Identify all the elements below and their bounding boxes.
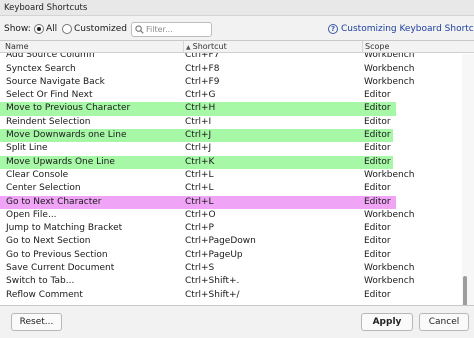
vertical-scrollbar[interactable] [462, 54, 474, 305]
show-label: Show: [4, 24, 31, 34]
table-row[interactable]: Move to Previous Character Ctrl+H Editor [0, 102, 462, 116]
shortcuts-table: Show Find in FilesCtrl+F6WorkbenchAdd So… [0, 40, 474, 306]
reset-button[interactable]: Reset... [11, 313, 62, 331]
shortcut-scope: Editor [364, 90, 391, 101]
shortcut-keys: Ctrl+I [185, 116, 212, 127]
shortcut-keys: Ctrl+J [185, 130, 212, 141]
shortcut-name: Center Selection [6, 183, 81, 194]
shortcut-keys: Ctrl+O [185, 209, 216, 220]
shortcut-scope: Editor [364, 196, 391, 207]
table-row[interactable]: Go to Next Section Ctrl+PageDown Editor [0, 235, 462, 248]
shortcut-keys: Ctrl+PageUp [185, 249, 243, 260]
shortcut-keys: Ctrl+S [185, 263, 215, 274]
shortcut-keys: Ctrl+G [185, 90, 216, 101]
table-row[interactable]: Go to Next Character Ctrl+L Editor [0, 195, 462, 209]
table-row[interactable]: Center Selection Ctrl+L Editor [0, 182, 462, 195]
shortcut-scope: Editor [364, 143, 391, 154]
table-row[interactable]: Move Downwards one Line Ctrl+J Editor [0, 129, 462, 143]
shortcut-keys: Ctrl+K [185, 156, 215, 167]
table-row[interactable]: Source Navigate Back Ctrl+F9 Workbench [0, 76, 462, 89]
shortcut-scope: Workbench [364, 169, 415, 180]
filter-field[interactable] [131, 22, 212, 37]
window-title: Keyboard Shortcuts [0, 0, 474, 16]
shortcut-scope: Workbench [364, 263, 415, 274]
shortcut-name: Reflow Comment [6, 289, 83, 300]
column-header-name[interactable]: Name [5, 42, 29, 51]
filter-input[interactable] [146, 24, 210, 35]
table-header: Name ▲ Shortcut Scope [0, 41, 474, 53]
shortcut-name: Save Current Document [6, 263, 115, 274]
table-row[interactable]: Reindent Selection Ctrl+I Editor [0, 116, 462, 129]
table-row[interactable]: Open File... Ctrl+O Workbench [0, 209, 462, 222]
cancel-button[interactable]: Cancel [419, 313, 469, 331]
shortcut-name: Reindent Selection [6, 116, 91, 127]
shortcut-keys: Ctrl+F9 [185, 76, 220, 87]
shortcut-keys: Ctrl+F8 [185, 63, 220, 74]
shortcut-keys: Ctrl+PageDown [185, 236, 256, 247]
column-header-shortcut[interactable]: ▲ Shortcut [183, 41, 362, 53]
shortcut-name: Source Navigate Back [6, 76, 105, 87]
table-row[interactable]: Split Line Ctrl+J Editor [0, 142, 462, 155]
radio-customized[interactable] [62, 24, 72, 34]
shortcut-scope: Editor [364, 116, 391, 127]
shortcut-name: Open File... [6, 209, 57, 220]
table-row[interactable]: Reflow Comment Ctrl+Shift+/ Editor [0, 289, 462, 302]
shortcut-scope: Editor [364, 236, 391, 247]
shortcut-name: Switch to Tab... [6, 276, 75, 287]
shortcut-scope: Workbench [364, 63, 415, 74]
table-row[interactable]: Select Or Find Next Ctrl+G Editor [0, 89, 462, 102]
sort-ascending-icon: ▲ [186, 44, 191, 51]
shortcut-name: Go to Next Section [6, 236, 91, 247]
shortcut-name: Jump to Matching Bracket [6, 223, 123, 234]
customizing-shortcuts-link[interactable]: Customizing Keyboard Shortcuts [341, 24, 474, 34]
shortcut-keys: Ctrl+L [185, 196, 214, 207]
shortcut-name: Synctex Search [6, 63, 76, 74]
shortcut-name: Select Or Find Next [6, 90, 93, 101]
shortcut-keys: Ctrl+Shift+. [185, 276, 240, 287]
shortcut-scope: Editor [364, 156, 391, 167]
shortcut-scope: Editor [364, 249, 391, 260]
table-row[interactable]: Switch to Tab... Ctrl+Shift+. Workbench [0, 275, 462, 288]
shortcut-name: Clear Console [6, 169, 69, 180]
shortcut-scope: Editor [364, 130, 391, 141]
shortcut-name: Move to Previous Character [6, 103, 131, 114]
shortcut-scope: Editor [364, 223, 391, 234]
shortcut-name: Go to Previous Section [6, 249, 108, 260]
table-row[interactable]: Clear Console Ctrl+L Workbench [0, 169, 462, 182]
shortcut-scope: Editor [364, 289, 391, 300]
radio-customized-label[interactable]: Customized [74, 24, 127, 34]
column-header-scope[interactable]: Scope [362, 41, 474, 53]
shortcut-name: Split Line [6, 143, 48, 154]
shortcut-keys: Ctrl+H [185, 103, 216, 114]
shortcut-keys: Ctrl+L [185, 183, 214, 194]
shortcut-scope: Workbench [364, 276, 415, 287]
shortcut-keys: Ctrl+Shift+/ [185, 289, 240, 300]
shortcut-name: Go to Next Character [6, 196, 102, 207]
shortcut-keys: Ctrl+P [185, 223, 214, 234]
scrollbar-thumb[interactable] [463, 276, 467, 305]
apply-button[interactable]: Apply [361, 313, 413, 331]
shortcut-scope: Editor [364, 103, 391, 114]
shortcut-scope: Editor [364, 183, 391, 194]
table-row[interactable]: Move Upwards One Line Ctrl+K Editor [0, 155, 462, 169]
radio-all[interactable] [34, 24, 44, 34]
filter-bar: Show: All Customized ? Customizing Keybo… [0, 18, 474, 42]
column-header-shortcut-label: Shortcut [192, 42, 227, 51]
radio-all-label[interactable]: All [46, 24, 57, 34]
table-row[interactable]: Synctex Search Ctrl+F8 Workbench [0, 63, 462, 76]
shortcut-keys: Ctrl+J [185, 143, 212, 154]
table-row[interactable]: Go to Previous Section Ctrl+PageUp Editor [0, 249, 462, 262]
shortcut-name: Move Downwards one Line [6, 130, 127, 141]
table-row[interactable]: Jump to Matching Bracket Ctrl+P Editor [0, 222, 462, 235]
shortcut-name: Move Upwards One Line [6, 156, 115, 167]
shortcut-scope: Workbench [364, 209, 415, 220]
table-row[interactable]: Save Current Document Ctrl+S Workbench [0, 262, 462, 275]
search-icon [135, 25, 144, 34]
shortcut-keys: Ctrl+L [185, 169, 214, 180]
shortcut-rows: Show Find in FilesCtrl+F6WorkbenchAdd So… [0, 41, 462, 302]
help-icon[interactable]: ? [328, 24, 338, 34]
shortcut-scope: Workbench [364, 76, 415, 87]
